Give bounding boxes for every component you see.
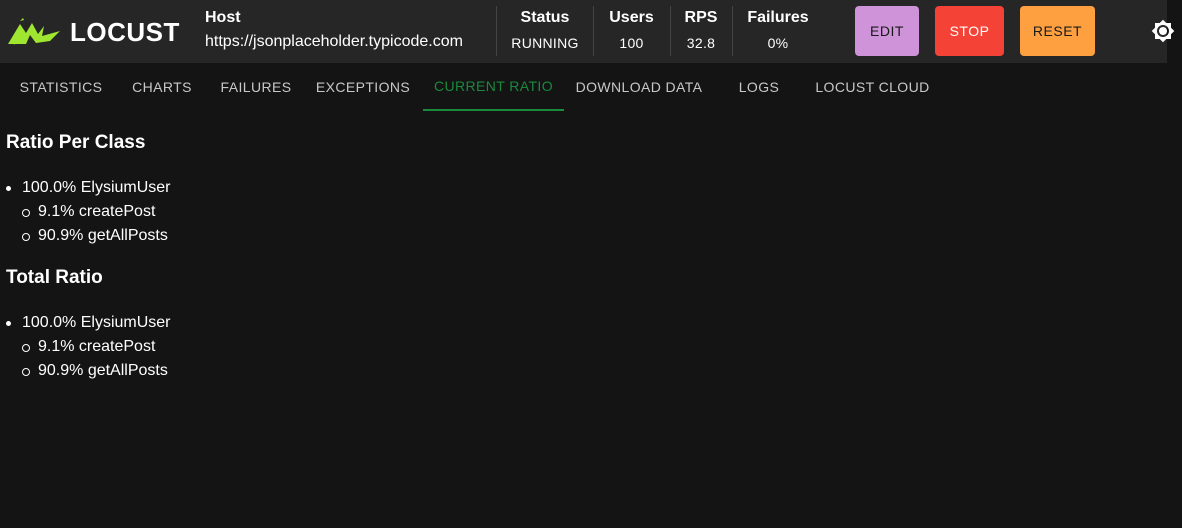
tab-charts[interactable]: CHARTS [116,63,208,111]
users-stat: Users 100 [600,8,663,52]
list-item: 100.0% ElysiumUser 9.1% createPost 90.9%… [6,176,1176,248]
top-bar: LOCUST Host https://jsonplaceholder.typi… [0,0,1167,63]
host-label: Host [205,9,241,26]
locust-logo-icon [8,18,60,45]
divider [670,6,671,56]
divider [593,6,594,56]
tab-bar: STATISTICS CHARTS FAILURES EXCEPTIONS CU… [0,63,1182,111]
failures-stat: Failures 0% [742,8,814,52]
divider [732,6,733,56]
task-ratio-list: 9.1% createPost 90.9% getAllPosts [22,335,1176,383]
divider [496,6,497,56]
rps-value: 32.8 [686,35,716,51]
list-item: 100.0% ElysiumUser 9.1% createPost 90.9%… [6,311,1176,383]
rps-stat: RPS 32.8 [676,8,726,52]
brightness-icon [1151,19,1175,43]
ratio-per-class-title: Ratio Per Class [6,132,146,153]
tab-download-data[interactable]: DOWNLOAD DATA [564,63,714,111]
list-item: 90.9% getAllPosts [22,224,1176,248]
stop-button[interactable]: STOP [935,6,1004,56]
list-item: 9.1% createPost [22,335,1176,359]
theme-toggle-button[interactable] [1151,19,1175,43]
host-value: https://jsonplaceholder.typicode.com [205,33,463,50]
locust-logo[interactable]: LOCUST [6,16,180,48]
tab-failures[interactable]: FAILURES [208,63,304,111]
logo-text: LOCUST [70,17,180,47]
tab-statistics[interactable]: STATISTICS [6,63,116,111]
users-value: 100 [619,35,644,51]
list-item: 9.1% createPost [22,200,1176,224]
edit-button[interactable]: EDIT [855,6,919,56]
tab-locust-cloud[interactable]: LOCUST CLOUD [804,63,941,111]
ratio-content: Ratio Per Class 100.0% ElysiumUser 9.1% … [6,130,1176,383]
host-info: Host https://jsonplaceholder.typicode.co… [205,8,463,52]
ratio-per-class-list: 100.0% ElysiumUser 9.1% createPost 90.9%… [6,176,1176,248]
failures-label: Failures [747,9,809,26]
tab-logs[interactable]: LOGS [714,63,804,111]
total-ratio-list: 100.0% ElysiumUser 9.1% createPost 90.9%… [6,311,1176,383]
task-ratio-list: 9.1% createPost 90.9% getAllPosts [22,200,1176,248]
tab-exceptions[interactable]: EXCEPTIONS [304,63,422,111]
failures-value: 0% [767,35,789,51]
rps-label: RPS [684,9,718,26]
tab-current-ratio[interactable]: CURRENT RATIO [423,63,564,111]
reset-button[interactable]: RESET [1020,6,1095,56]
status-label: Status [520,9,570,26]
status-stat: Status RUNNING [505,8,585,52]
total-ratio-title: Total Ratio [6,267,103,288]
user-class-ratio: 100.0% ElysiumUser [22,314,171,331]
user-class-ratio: 100.0% ElysiumUser [22,179,171,196]
status-value: RUNNING [511,35,579,51]
users-label: Users [609,9,654,26]
list-item: 90.9% getAllPosts [22,359,1176,383]
